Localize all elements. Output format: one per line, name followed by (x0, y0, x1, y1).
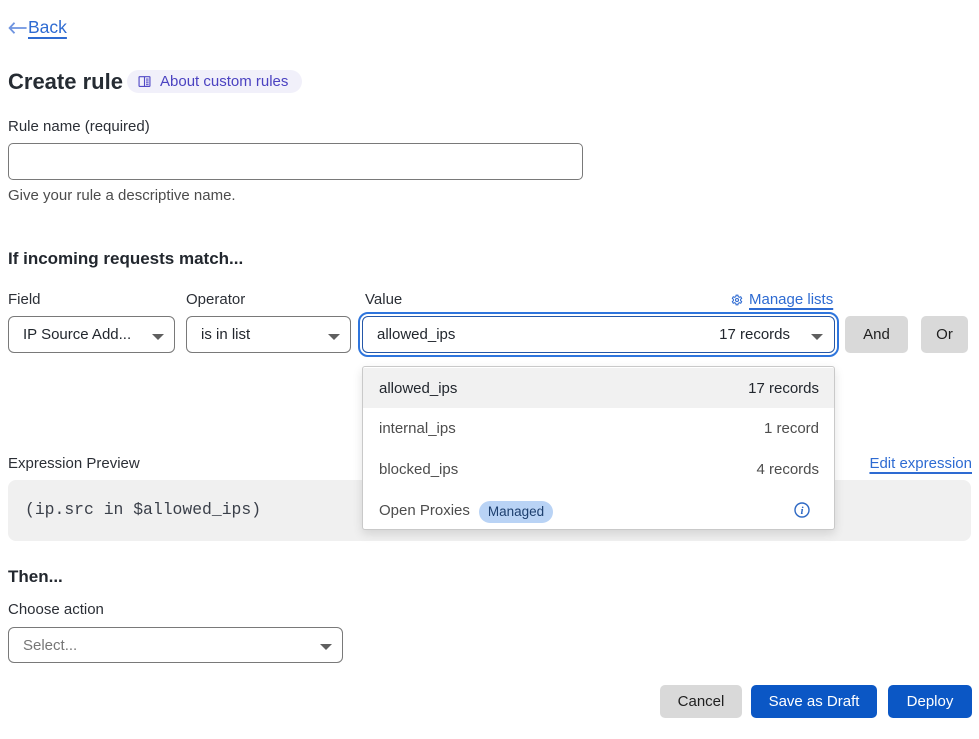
svg-text:i: i (800, 505, 804, 517)
